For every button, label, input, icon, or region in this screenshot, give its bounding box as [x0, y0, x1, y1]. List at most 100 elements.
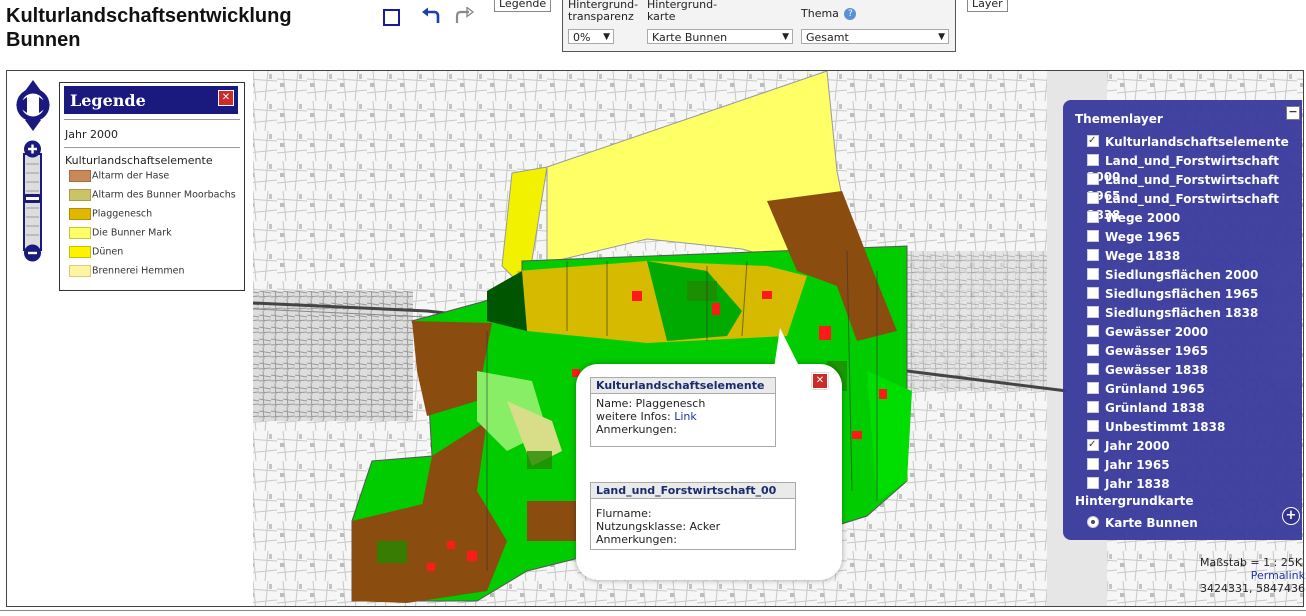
info-box-culture: Kulturlandschaftselemente Name: Plaggene… — [590, 377, 776, 447]
legend-item-label: Altarm der Hase — [92, 170, 170, 182]
checkbox-icon[interactable] — [1087, 211, 1099, 223]
layer-item-label: Gewässer 1838 — [1105, 363, 1209, 377]
checkbox-icon[interactable] — [1087, 477, 1099, 489]
legend-panel: Legende ✕ Jahr 2000 Kulturlandschaftsele… — [59, 82, 245, 291]
layer-item-label: Jahr 1838 — [1105, 477, 1170, 491]
background-map-option-label: Karte Bunnen — [1105, 516, 1198, 530]
checkbox-checked-icon[interactable] — [1087, 133, 1099, 149]
layer-item[interactable]: Siedlungsflächen 1965 — [1087, 286, 1258, 302]
feature-info-popup: ✕ Kulturlandschaftselemente Name: Plagge… — [576, 328, 842, 580]
layer-item[interactable]: Grünland 1965 — [1087, 381, 1205, 397]
info-link[interactable]: Link — [674, 410, 697, 423]
scale-text: Maßstab = 1 : 25K — [1200, 556, 1303, 569]
layer-item[interactable]: Gewässer 2000 — [1087, 324, 1208, 340]
checkbox-icon[interactable] — [1087, 154, 1099, 166]
divider — [64, 119, 240, 120]
checkbox-icon[interactable] — [1087, 382, 1099, 394]
checkbox-icon[interactable] — [1087, 287, 1099, 299]
pan-control[interactable] — [15, 79, 51, 139]
permalink-link[interactable]: Permalink — [1251, 569, 1305, 582]
layer-item[interactable]: Gewässer 1838 — [1087, 362, 1208, 378]
checkbox-icon[interactable] — [1087, 306, 1099, 318]
legend-title: Legende — [70, 91, 146, 110]
layer-item-label: Siedlungsflächen 1965 — [1105, 287, 1259, 301]
background-map-option[interactable]: Karte Bunnen — [1087, 515, 1198, 531]
info-box-title: Land_und_Forstwirtschaft_00 — [591, 483, 795, 499]
layer-item[interactable]: Wege 2000 — [1087, 210, 1180, 226]
checkbox-icon[interactable] — [1087, 192, 1099, 204]
layer-item[interactable]: Wege 1838 — [1087, 248, 1180, 264]
page-title-line2: Bunnen — [6, 29, 81, 51]
legend-item: Brennerei Hemmen — [69, 265, 185, 279]
layer-toggle-button[interactable]: Layer — [967, 0, 1008, 12]
layer-item-label: Kulturlandschaftselemente — [1105, 135, 1289, 149]
basemap-select-value: Karte Bunnen — [652, 31, 728, 44]
expand-icon[interactable]: + — [1282, 507, 1300, 525]
redo-icon[interactable] — [453, 6, 475, 28]
layer-item-label: Gewässer 1965 — [1105, 344, 1209, 358]
layer-item[interactable]: Jahr 2000 — [1087, 437, 1170, 454]
checkbox-checked-icon[interactable] — [1087, 437, 1099, 453]
legend-swatch — [69, 189, 91, 201]
checkbox-icon[interactable] — [1087, 325, 1099, 337]
help-icon[interactable]: ? — [844, 8, 857, 20]
layer-item-label: Siedlungsflächen 1838 — [1105, 306, 1259, 320]
layer-item[interactable]: Jahr 1838 — [1087, 476, 1170, 492]
layer-item[interactable]: Kulturlandschaftselemente — [1087, 133, 1289, 150]
info-notes: Anmerkungen: — [596, 533, 677, 546]
layer-item[interactable]: Land_und_Forstwirtschaft 2000 — [1087, 153, 1302, 184]
legend-item: Plaggenesch — [69, 208, 152, 222]
layer-item[interactable]: Siedlungsflächen 2000 — [1087, 267, 1258, 283]
layer-item[interactable]: Unbestimmt 1838 — [1087, 419, 1225, 435]
layer-item[interactable]: Siedlungsflächen 1838 — [1087, 305, 1258, 321]
layer-item[interactable]: Wege 1965 — [1087, 229, 1180, 245]
layer-item[interactable]: Jahr 1965 — [1087, 457, 1170, 473]
layer-item-label: Grünland 1838 — [1105, 401, 1205, 415]
layer-item[interactable]: Gewässer 1965 — [1087, 343, 1208, 359]
legend-toggle-button[interactable]: Legende — [494, 0, 552, 12]
theme-layer-panel: − Themenlayer Kulturlandschaftselemente L… — [1063, 100, 1302, 540]
layer-item-label: Grünland 1965 — [1105, 382, 1205, 396]
checkbox-icon[interactable] — [1087, 458, 1099, 470]
legend-item: Die Bunner Mark — [69, 227, 172, 241]
zoom-slider[interactable] — [22, 140, 43, 262]
zoom-box-icon[interactable] — [380, 6, 402, 28]
checkbox-icon[interactable] — [1087, 363, 1099, 375]
info-box-title: Kulturlandschaftselemente — [591, 378, 775, 394]
minimize-icon[interactable]: − — [1286, 106, 1300, 120]
layer-item[interactable]: Grünland 1838 — [1087, 400, 1205, 416]
basemap-label-2: karte — [647, 10, 676, 23]
layer-item[interactable]: Land_und_Forstwirtschaft 1965 — [1087, 172, 1302, 203]
layer-item-label: Wege 2000 — [1105, 211, 1181, 225]
undo-icon[interactable] — [420, 6, 442, 28]
checkbox-icon[interactable] — [1087, 344, 1099, 356]
transparency-select[interactable]: 0% ▼ — [568, 29, 614, 44]
legend-swatch — [69, 227, 91, 239]
legend-swatch — [69, 170, 91, 182]
theme-select[interactable]: Gesamt ▼ — [801, 29, 949, 44]
map-status: Maßstab = 1 : 25K Permalink 3424331, 584… — [1200, 556, 1305, 595]
layer-item-label: Unbestimmt 1838 — [1105, 420, 1226, 434]
info-name: Name: Plaggenesch — [596, 397, 706, 410]
checkbox-icon[interactable] — [1087, 420, 1099, 432]
checkbox-icon[interactable] — [1087, 268, 1099, 280]
info-flurname: Flurname: — [596, 507, 652, 520]
radio-selected-icon[interactable] — [1087, 516, 1099, 528]
legend-swatch — [69, 208, 91, 220]
background-map-header: Hintergrundkarte — [1075, 494, 1194, 508]
close-icon[interactable]: ✕ — [218, 90, 234, 106]
legend-item: Altarm des Bunner Moorbachs — [69, 189, 236, 203]
info-box-landuse: Land_und_Forstwirtschaft_00 Flurname: Nu… — [590, 482, 796, 550]
layer-item[interactable]: Land_und_Forstwirtschaft 1838 — [1087, 191, 1302, 222]
layer-item-label: Jahr 1965 — [1105, 458, 1170, 472]
close-icon[interactable]: ✕ — [812, 373, 828, 389]
layer-item-label: Siedlungsflächen 2000 — [1105, 268, 1259, 282]
checkbox-icon[interactable] — [1087, 173, 1099, 185]
basemap-select[interactable]: Karte Bunnen ▼ — [647, 29, 793, 44]
legend-header: Legende ✕ — [64, 86, 238, 114]
map-controls-panel: Hintergrund- transparenz Hintergrund- ka… — [562, 0, 956, 52]
checkbox-icon[interactable] — [1087, 401, 1099, 413]
checkbox-icon[interactable] — [1087, 249, 1099, 261]
checkbox-icon[interactable] — [1087, 230, 1099, 242]
info-more-label: weitere Infos: — [596, 410, 675, 423]
